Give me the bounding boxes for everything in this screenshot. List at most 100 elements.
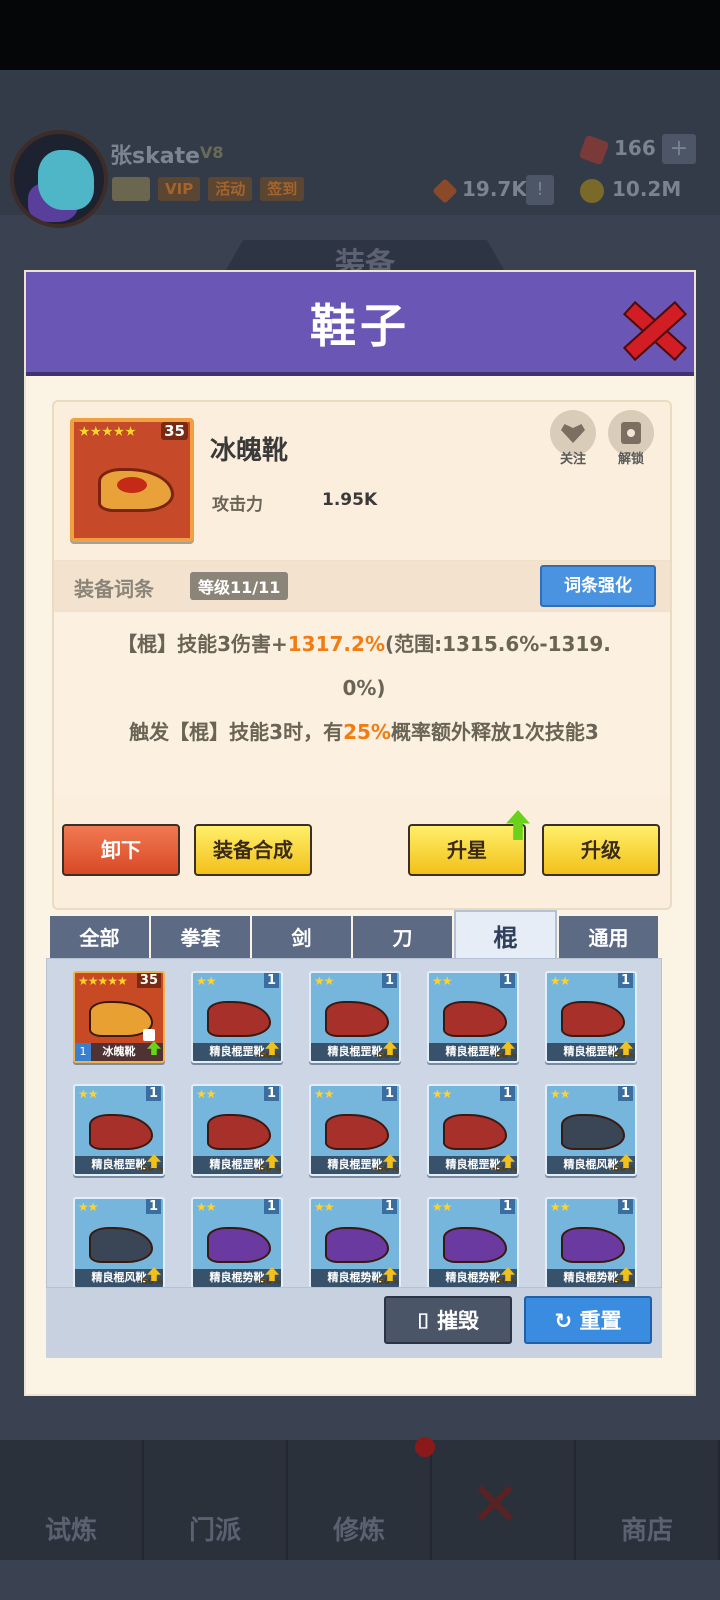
item-stars: ★★★★★ — [78, 424, 137, 440]
trash-icon: ⌷ — [417, 1309, 437, 1333]
affix-chance-value: 25% — [343, 720, 391, 744]
reset-label: 重置 — [579, 1309, 622, 1333]
item-stars: ★★ — [314, 974, 334, 988]
item-stars: ★★ — [78, 1200, 98, 1214]
reset-button[interactable]: ↻ 重置 — [524, 1296, 652, 1344]
discount-label: -50% — [609, 1164, 635, 1174]
event-tag[interactable]: 活动 — [208, 177, 253, 201]
inventory-item[interactable]: ★★ 1 精良棍罡靴 -50% — [309, 971, 401, 1063]
nav-sect-label: 门派 — [188, 1516, 241, 1546]
affix-line-1-range: (范围:1315.6%-1319. — [384, 632, 611, 656]
boot-icon — [207, 1227, 271, 1263]
item-level: 1 — [145, 1086, 161, 1101]
gem-value: 166 — [614, 136, 656, 160]
item-level: 1 — [499, 1086, 515, 1101]
inventory-item[interactable]: ★★ 1 精良棍势靴 -50% — [427, 1197, 519, 1287]
tab-staff[interactable]: 棍 — [454, 910, 557, 958]
refresh-icon: ↻ — [554, 1309, 580, 1333]
attack-label: 攻击力 — [212, 495, 263, 515]
discount-label: -50% — [373, 1277, 399, 1287]
item-stars: ★★ — [196, 1087, 216, 1101]
item-stars: ★★ — [432, 1200, 452, 1214]
inventory-item[interactable]: ★★ 1 精良棍罡靴 -50% — [427, 1084, 519, 1176]
discount-label: -50% — [137, 1164, 163, 1174]
item-stars: ★★ — [314, 1200, 334, 1214]
inventory-item[interactable]: ★★ 1 精良棍罡靴 -50% — [427, 971, 519, 1063]
inventory-grid: ★★★★★ 35 冰魄靴 1 ★★ 1 精良棍罡靴 -50% ★★ 1 精良棍罡靴 -50% ★★ 1 精良… — [46, 958, 662, 1288]
nav-cultivate[interactable]: 修炼 — [288, 1440, 432, 1560]
inventory-item[interactable]: ★★ 1 精良棍风靴 -50% — [73, 1197, 165, 1287]
item-stars: ★★ — [196, 974, 216, 988]
dialog-header: 鞋子 — [26, 272, 694, 376]
item-stars: ★★ — [550, 974, 570, 988]
boot-icon — [443, 1114, 507, 1150]
item-stars: ★★ — [432, 1087, 452, 1101]
level-up-button[interactable]: 升级 — [542, 824, 660, 876]
affix-line-2: 0%) — [342, 676, 386, 700]
affix-enhance-button[interactable]: 词条强化 — [540, 565, 656, 607]
nav-trial[interactable]: 试炼 — [0, 1440, 144, 1560]
power-counter: 19.7K — [432, 177, 527, 204]
tab-blade[interactable]: 刀 — [353, 916, 452, 958]
boot-icon — [89, 1114, 153, 1150]
item-stars: ★★ — [314, 1087, 334, 1101]
close-icon[interactable] — [624, 298, 682, 356]
affix-line-1-text: 【棍】技能3伤害+ — [117, 632, 288, 656]
nav-shop-label: 商店 — [620, 1516, 673, 1546]
info-button[interactable]: ! — [526, 175, 554, 205]
inventory-item[interactable]: ★★★★★ 35 冰魄靴 1 — [73, 971, 165, 1063]
affix-label: 装备词条 — [74, 577, 154, 601]
vip-level-badge: V8 — [200, 143, 224, 162]
power-value: 19.7K — [462, 177, 527, 201]
inventory-item[interactable]: ★★ 1 精良棍势靴 -50% — [191, 1197, 283, 1287]
gem-icon — [578, 134, 610, 165]
item-level: 1 — [617, 1086, 633, 1101]
unequip-button[interactable]: 卸下 — [62, 824, 180, 876]
avatar[interactable] — [10, 130, 108, 228]
inventory-item[interactable]: ★★ 1 精良棍势靴 -50% — [545, 1197, 637, 1287]
item-level: 1 — [617, 973, 633, 988]
lock-icon — [143, 1029, 155, 1041]
item-level: 1 — [263, 973, 279, 988]
gem-counter: 166 — [578, 134, 656, 165]
boot-icon — [443, 1001, 507, 1037]
tab-all[interactable]: 全部 — [50, 916, 149, 958]
discount-label: -50% — [609, 1051, 635, 1061]
follow-label: 关注 — [559, 452, 586, 467]
inventory-item[interactable]: ★★ 1 精良棍罡靴 -50% — [73, 1084, 165, 1176]
dialog-title: 鞋子 — [310, 299, 410, 353]
affix-line-1: 【棍】技能3伤害+1317.2%(范围:1315.6%-1319. — [84, 622, 644, 666]
tab-sword[interactable]: 剑 — [252, 916, 351, 958]
inventory-item[interactable]: ★★ 1 精良棍罡靴 -50% — [191, 971, 283, 1063]
inventory-item[interactable]: ★★ 1 精良棍罡靴 -50% — [545, 971, 637, 1063]
inventory-item[interactable]: ★★ 1 精良棍风靴 -50% — [545, 1084, 637, 1176]
item-level: 1 — [381, 1086, 397, 1101]
affix-damage-value: 1317.2% — [287, 632, 385, 656]
discount-label: -50% — [255, 1164, 281, 1174]
inventory-item[interactable]: ★★ 1 精良棍势靴 -50% — [309, 1197, 401, 1287]
destroy-button[interactable]: ⌷ 摧毁 — [384, 1296, 512, 1344]
discount-label: -50% — [137, 1277, 163, 1287]
checkin-tag[interactable]: 签到 — [260, 177, 305, 201]
nav-sect[interactable]: 门派 — [144, 1440, 288, 1560]
inventory-item[interactable]: ★★ 1 精良棍罡靴 -50% — [309, 1084, 401, 1176]
add-gems-button[interactable]: + — [662, 134, 696, 164]
dino-avatar-icon — [38, 150, 94, 210]
star-up-button[interactable]: 升星 — [408, 824, 526, 876]
nav-cultivate-label: 修炼 — [332, 1516, 385, 1546]
nav-shop[interactable]: 商店 — [576, 1440, 720, 1560]
equipped-count: 1 — [75, 1043, 91, 1061]
vip-tag[interactable]: VIP — [158, 177, 201, 201]
boot-icon — [561, 1227, 625, 1263]
discount-label: -50% — [255, 1277, 281, 1287]
boot-icon — [207, 1114, 271, 1150]
boot-icon — [207, 1001, 271, 1037]
inventory-item[interactable]: ★★ 1 精良棍罡靴 -50% — [191, 1084, 283, 1176]
mail-icon[interactable] — [112, 177, 150, 201]
item-stars: ★★ — [550, 1087, 570, 1101]
discount-label: -50% — [491, 1051, 517, 1061]
synthesize-button[interactable]: 装备合成 — [194, 824, 312, 876]
tab-general[interactable]: 通用 — [559, 916, 658, 958]
tab-gauntlet[interactable]: 拳套 — [151, 916, 250, 958]
discount-label: -50% — [491, 1277, 517, 1287]
